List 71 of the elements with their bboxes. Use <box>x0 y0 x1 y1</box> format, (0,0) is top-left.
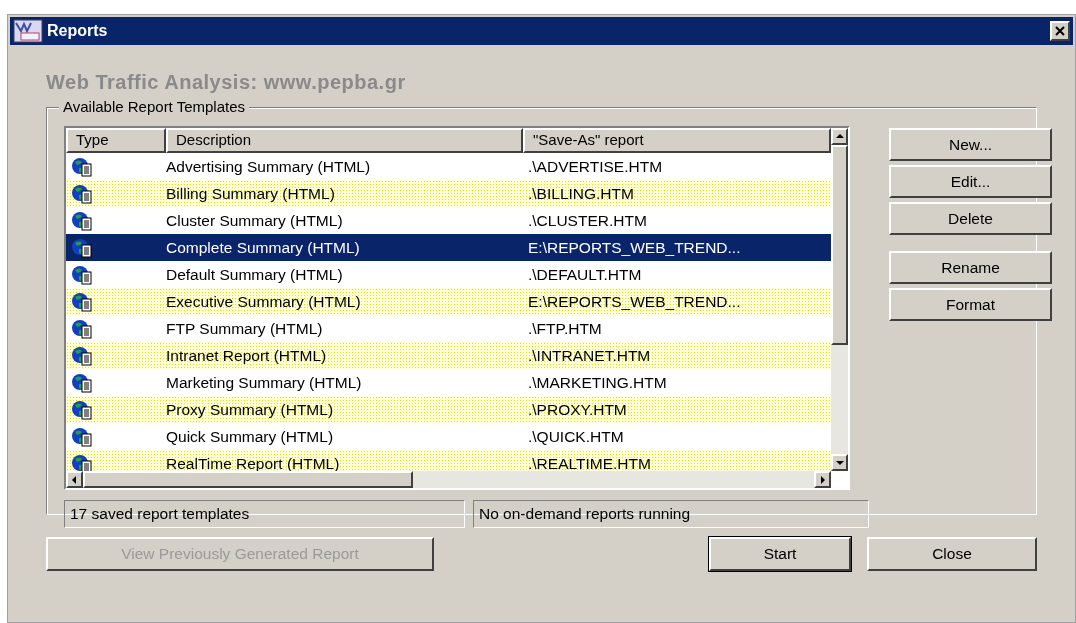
globe-document-icon <box>71 317 93 340</box>
table-cell-text: Cluster Summary (HTML) <box>166 210 344 231</box>
globe-document-icon <box>71 344 93 367</box>
table-cell-text: Default Summary (HTML) <box>166 264 344 285</box>
side-button[interactable]: Format <box>889 288 1052 321</box>
side-button[interactable]: New... <box>889 128 1052 161</box>
table-cell-text: .\QUICK.HTM <box>527 426 625 447</box>
table-row[interactable]: FTP Summary (HTML) .\FTP.HTM <box>66 315 831 342</box>
table-cell-text: .\REALTIME.HTM <box>527 453 652 474</box>
globe-document-icon <box>71 155 93 178</box>
table-row[interactable]: Billing Summary (HTML) .\BILLING.HTM <box>66 180 831 207</box>
side-button[interactable]: Rename <box>889 251 1052 284</box>
vertical-scrollbar[interactable] <box>831 128 848 471</box>
column-header[interactable]: Type <box>66 128 166 153</box>
scroll-left-button[interactable] <box>66 471 83 488</box>
table-cell-text: RealTime Report (HTML) <box>166 453 341 474</box>
table-cell-text: .\DEFAULT.HTM <box>527 264 643 285</box>
globe-document-icon <box>71 182 93 205</box>
globe-document-icon <box>71 425 93 448</box>
table-cell-text: .\PROXY.HTM <box>527 399 628 420</box>
dialog-button[interactable]: Start <box>709 537 851 571</box>
dialog-button[interactable]: Close <box>867 537 1037 571</box>
table-cell-text: FTP Summary (HTML) <box>166 318 324 339</box>
scroll-thumb[interactable] <box>83 471 413 488</box>
globe-document-icon <box>71 290 93 313</box>
table-row[interactable]: Complete Summary (HTML) E:\REPORTS_WEB_TREND... <box>66 234 831 261</box>
table-row[interactable]: Default Summary (HTML) .\DEFAULT.HTM <box>66 261 831 288</box>
column-header[interactable]: "Save-As" report <box>523 128 831 153</box>
table-row[interactable]: Executive Summary (HTML) E:\REPORTS_WEB_TREND... <box>66 288 831 315</box>
table-row[interactable]: Advertising Summary (HTML) .\ADVERTISE.HTM <box>66 153 831 180</box>
status-panel: No on-demand reports running <box>473 500 869 528</box>
table-row[interactable]: Proxy Summary (HTML) .\PROXY.HTM <box>66 396 831 423</box>
table-cell-text: Advertising Summary (HTML) <box>166 156 372 177</box>
table-cell-text: E:\REPORTS_WEB_TREND... <box>527 237 742 258</box>
close-button[interactable] <box>1050 21 1070 41</box>
globe-document-icon <box>71 371 93 394</box>
scroll-thumb[interactable] <box>831 145 848 345</box>
horizontal-scrollbar[interactable] <box>66 471 831 488</box>
app-icon <box>13 19 43 43</box>
table-cell-text: E:\REPORTS_WEB_TREND... <box>527 291 742 312</box>
table-row[interactable]: Intranet Report (HTML) .\INTRANET.HTM <box>66 342 831 369</box>
side-button[interactable]: Edit... <box>889 165 1052 198</box>
scroll-up-button[interactable] <box>831 128 848 145</box>
table-cell-text: Complete Summary (HTML) <box>166 237 361 258</box>
table-cell-text: .\MARKETING.HTM <box>527 372 668 393</box>
status-panel: 17 saved report templates <box>64 500 465 528</box>
table-row[interactable]: Marketing Summary (HTML) .\MARKETING.HTM <box>66 369 831 396</box>
globe-document-icon <box>71 236 93 259</box>
scroll-right-button[interactable] <box>814 471 831 488</box>
table-cell-text: Proxy Summary (HTML) <box>166 399 335 420</box>
table-cell-text: Quick Summary (HTML) <box>166 426 335 447</box>
scroll-down-button[interactable] <box>831 454 848 471</box>
page-heading: Web Traffic Analysis: www.pepba.gr <box>46 70 407 93</box>
table-cell-text: .\ADVERTISE.HTM <box>527 156 664 177</box>
globe-document-icon <box>71 398 93 421</box>
table-cell-text: .\INTRANET.HTM <box>527 345 652 366</box>
globe-document-icon <box>71 209 93 232</box>
table-row[interactable]: Quick Summary (HTML) .\QUICK.HTM <box>66 423 831 450</box>
globe-document-icon <box>71 263 93 286</box>
window-title: Reports <box>47 21 108 41</box>
side-button[interactable]: Delete <box>889 202 1052 235</box>
table-cell-text: .\BILLING.HTM <box>527 183 635 204</box>
table-cell-text: Intranet Report (HTML) <box>166 345 328 366</box>
table-cell-text: .\CLUSTER.HTM <box>527 210 648 231</box>
table-cell-text: Billing Summary (HTML) <box>166 183 336 204</box>
table-row[interactable]: Cluster Summary (HTML) .\CLUSTER.HTM <box>66 207 831 234</box>
column-header[interactable]: Description <box>166 128 523 153</box>
table-cell-text: Executive Summary (HTML) <box>166 291 362 312</box>
table-cell-text: Marketing Summary (HTML) <box>166 372 363 393</box>
table-cell-text: .\FTP.HTM <box>527 318 603 339</box>
close-icon <box>1055 26 1065 36</box>
